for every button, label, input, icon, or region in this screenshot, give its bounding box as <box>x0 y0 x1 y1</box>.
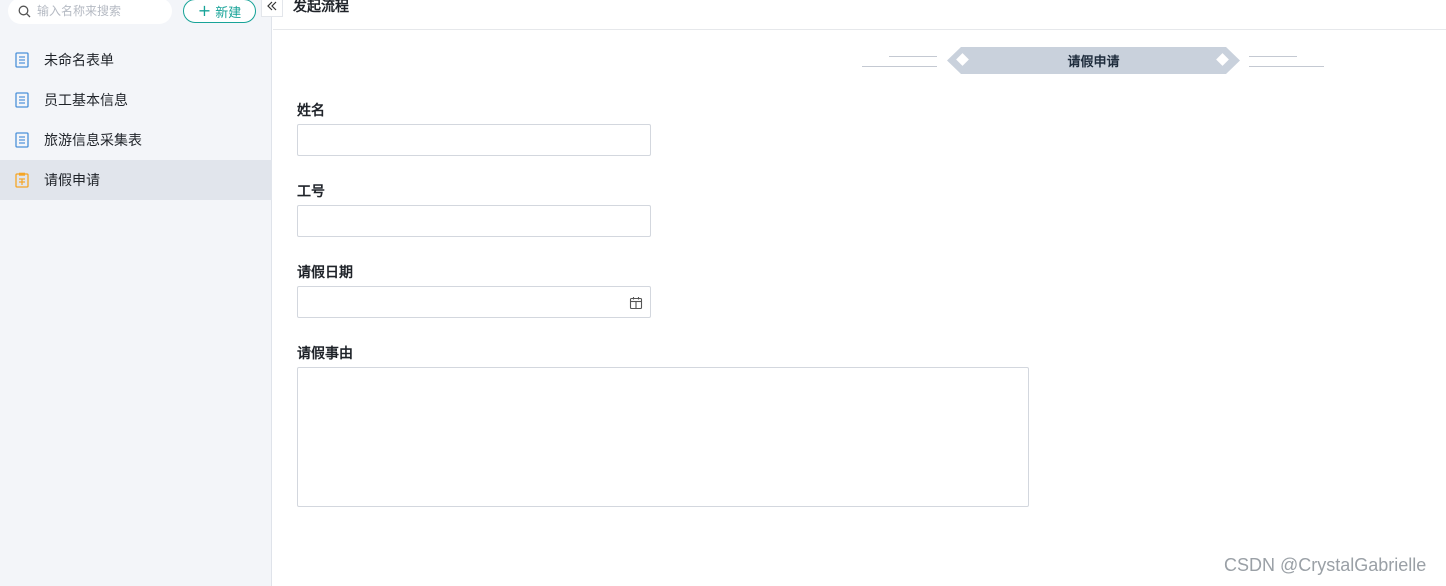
document-icon <box>14 52 30 68</box>
document-icon <box>14 132 30 148</box>
form-title: 请假申请 <box>947 47 1240 74</box>
new-button[interactable]: + 新建 <box>183 0 256 23</box>
plus-icon: + <box>197 1 212 20</box>
form-list-item-label: 请假申请 <box>44 173 100 189</box>
banner-line-left-short <box>889 56 937 57</box>
form-list-item-active[interactable]: 请假申请 <box>0 160 272 200</box>
document-icon <box>14 92 30 108</box>
calendar-icon[interactable] <box>629 295 643 310</box>
leave-reason-textarea[interactable] <box>297 367 1029 507</box>
leave-date-input[interactable] <box>297 286 651 318</box>
leave-date-label: 请假日期 <box>297 265 353 281</box>
name-input[interactable] <box>297 124 651 156</box>
employee-id-label: 工号 <box>297 184 325 200</box>
form-list-item[interactable]: 旅游信息采集表 <box>0 120 272 160</box>
banner-line-left <box>862 66 937 67</box>
search-input[interactable] <box>37 4 162 18</box>
banner-line-right <box>1249 66 1324 67</box>
leave-date-picker[interactable] <box>297 286 651 318</box>
page-title: 发起流程 <box>293 0 349 15</box>
form-title-banner: 请假申请 <box>862 46 1324 76</box>
search-box[interactable] <box>8 0 172 24</box>
clipboard-icon <box>14 172 30 188</box>
form-list-item[interactable]: 未命名表单 <box>0 40 272 80</box>
form-list-item-label: 员工基本信息 <box>44 93 128 109</box>
name-label: 姓名 <box>297 103 325 119</box>
search-icon <box>18 5 31 18</box>
employee-id-input[interactable] <box>297 205 651 237</box>
leave-reason-label: 请假事由 <box>297 346 353 362</box>
form-title-text: 请假申请 <box>1067 55 1120 70</box>
banner-line-right-short <box>1249 56 1297 57</box>
form-list-item[interactable]: 员工基本信息 <box>0 80 272 120</box>
page-header: 发起流程 <box>273 0 1446 30</box>
form-list: 未命名表单 员工基本信息 旅游信息采集表 请假申请 <box>0 40 272 200</box>
sidebar: + 新建 未命名表单 员工基本信息 旅游信息采集表 请假申请 <box>0 0 272 586</box>
form-list-item-label: 未命名表单 <box>44 53 114 69</box>
new-button-label: 新建 <box>215 5 242 21</box>
watermark: CSDN @CrystalGabrielle <box>1224 555 1427 575</box>
form-list-item-label: 旅游信息采集表 <box>44 133 142 149</box>
